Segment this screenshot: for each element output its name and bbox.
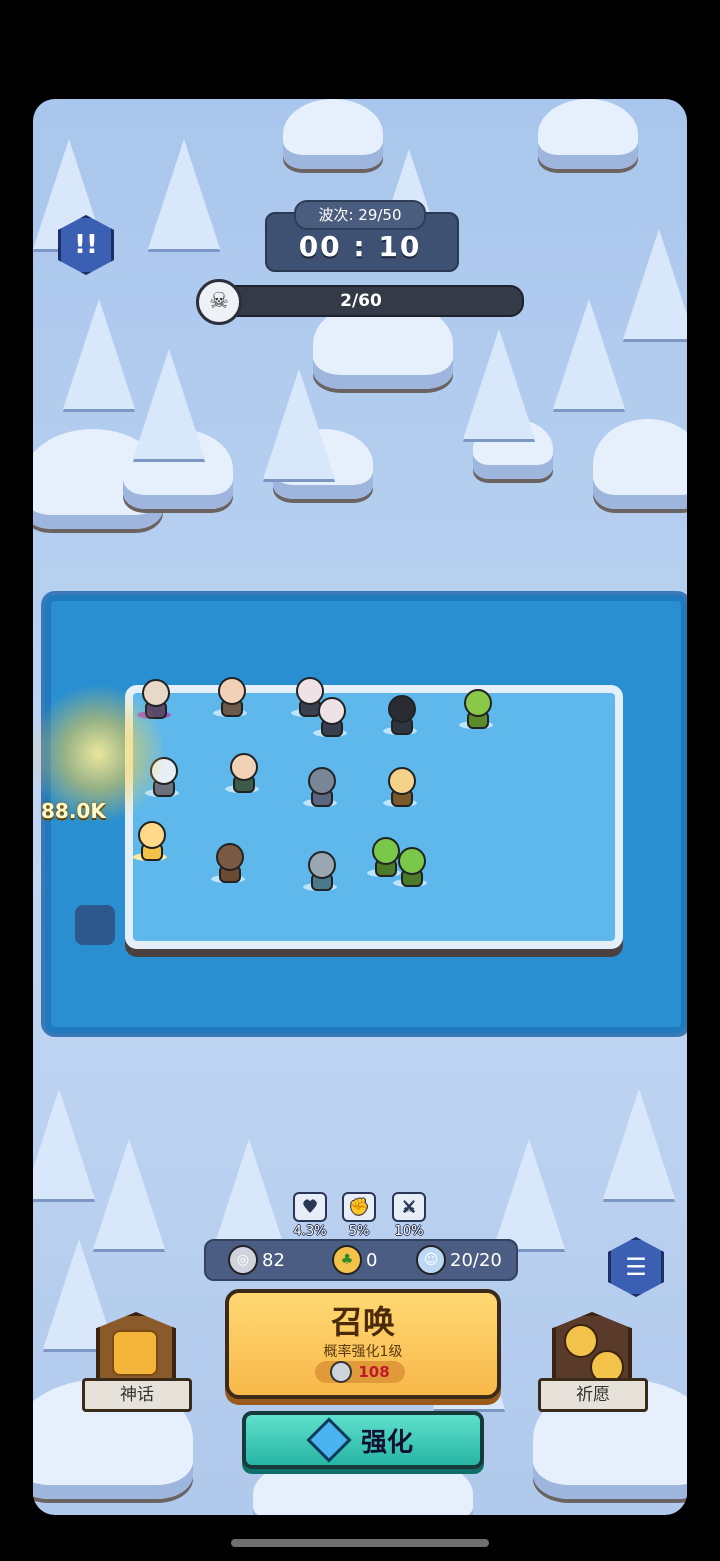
myth-label: 神话 [82, 1378, 192, 1412]
clover-icon [564, 1324, 598, 1358]
silver-amount: 82 [262, 1249, 285, 1271]
hero-unit[interactable] [225, 753, 259, 793]
wave-counter: 波次: 29/50 [294, 200, 426, 230]
wave-timer: 00 : 10 [298, 230, 422, 263]
clover-amount: 0 [366, 1249, 378, 1271]
hero-unit[interactable] [303, 767, 337, 807]
pine-tree [493, 1139, 565, 1249]
ice-platform [125, 685, 623, 949]
snow-mound [593, 419, 687, 509]
hero-unit[interactable] [383, 695, 417, 735]
sword-boost-value: 10% [394, 1224, 424, 1239]
heart-up-icon: ♥ [293, 1192, 327, 1222]
hp-boost: ♥ 4.3% [285, 1192, 335, 1239]
mythic-hero-unit[interactable] [133, 821, 167, 861]
pine-tree [463, 329, 535, 439]
pine-tree [213, 1139, 285, 1249]
snow-mound [538, 99, 638, 169]
pine-tree [603, 1089, 675, 1199]
damage-number: 88.0K [41, 799, 106, 823]
attack-boost: ✊ 5% [334, 1192, 384, 1239]
pine-tree [33, 1089, 95, 1199]
unit-icon: ☺ [416, 1245, 446, 1275]
pine-tree [553, 299, 625, 409]
summon-title: 召唤 [330, 1303, 395, 1341]
hero-unit[interactable] [383, 767, 417, 807]
pine-tree [623, 229, 687, 339]
snow-mound [283, 99, 383, 169]
sword-boost: ⚔ 10% [384, 1192, 434, 1239]
hero-unit[interactable] [313, 697, 347, 737]
resource-bar: ◎ 82 ♣ 0 ☺ 20/20 [204, 1239, 518, 1281]
hero-unit[interactable] [213, 677, 247, 717]
myth-emblem-icon [112, 1330, 158, 1376]
hp-boost-value: 4.3% [293, 1224, 327, 1239]
clover-resource: ♣ 0 [332, 1241, 377, 1279]
hero-unit[interactable] [393, 847, 427, 887]
hero-unit[interactable] [459, 689, 493, 729]
upgrade-button[interactable]: 强化 [242, 1411, 484, 1469]
upgrade-label: 强化 [360, 1427, 413, 1458]
fist-up-icon: ✊ [342, 1192, 376, 1222]
diamond-icon [306, 1417, 352, 1463]
wish-label: 祈愿 [538, 1378, 648, 1412]
pine-tree [148, 139, 220, 249]
summon-cost-value: 108 [358, 1363, 390, 1381]
clover-coin-icon: ♣ [332, 1245, 362, 1275]
myth-button[interactable]: 神话 [78, 1312, 192, 1412]
menu-icon: ☰ [625, 1253, 647, 1281]
pause-alert-icon: !! [74, 230, 98, 260]
pine-tree [93, 1139, 165, 1249]
silver-coin-icon [330, 1361, 353, 1383]
enemy-unit [75, 905, 115, 945]
hero-unit[interactable] [303, 851, 337, 891]
pine-tree [63, 299, 135, 409]
pine-tree [133, 349, 205, 459]
silver-coin-icon: ◎ [228, 1245, 258, 1275]
unit-capacity-value: 20/20 [450, 1249, 502, 1271]
attack-boost-value: 5% [348, 1224, 370, 1239]
summon-subtitle: 概率强化1级 [323, 1344, 403, 1360]
home-indicator[interactable] [231, 1539, 489, 1547]
pine-tree [263, 369, 335, 479]
silver-resource: ◎ 82 [228, 1241, 285, 1279]
sword-up-icon: ⚔ [392, 1192, 426, 1222]
wish-button[interactable]: 祈愿 [534, 1312, 648, 1412]
enemy-count-bar: 2/60 [198, 285, 524, 317]
summon-cost: 108 [315, 1361, 405, 1383]
hero-unit[interactable] [211, 843, 245, 883]
unit-capacity: ☺ 20/20 [416, 1241, 502, 1279]
skull-icon: ☠ [196, 279, 242, 325]
summon-button[interactable]: 召唤 概率强化1级 108 [225, 1289, 501, 1399]
